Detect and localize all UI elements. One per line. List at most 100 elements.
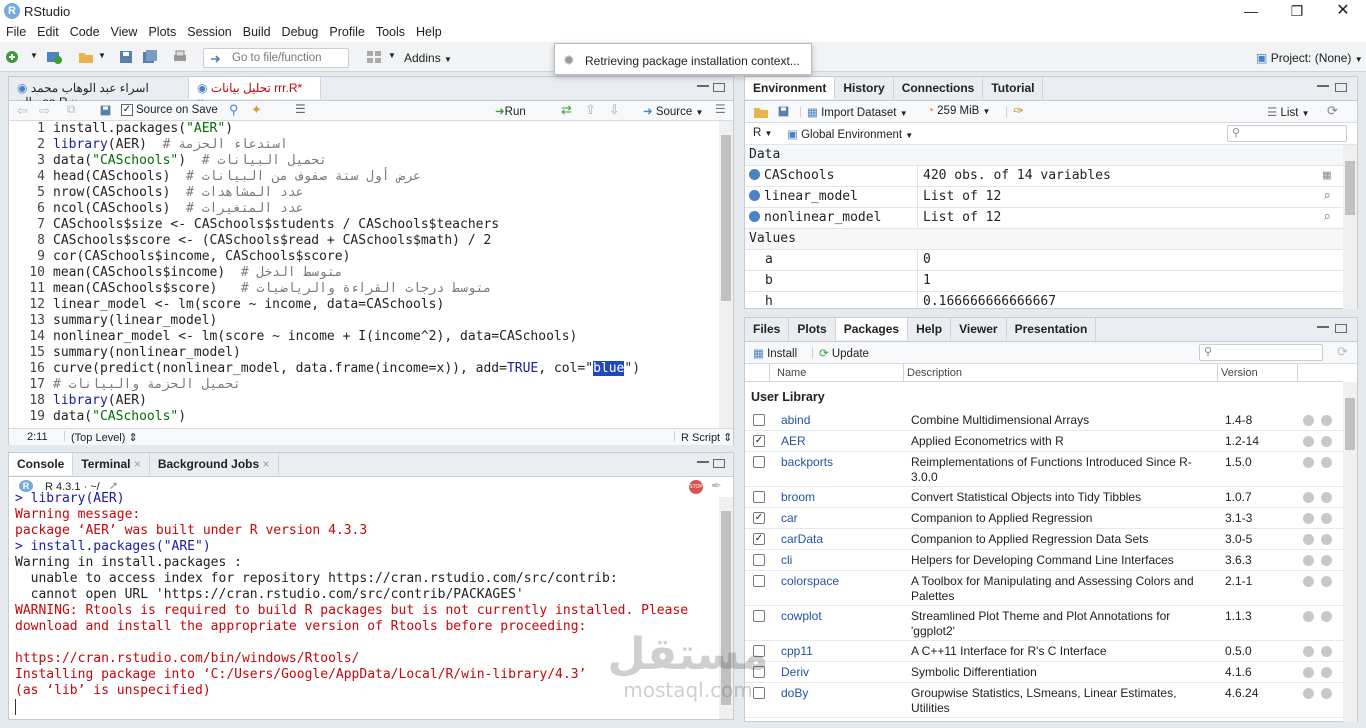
tab-console[interactable]: Console: [9, 453, 74, 475]
remove-package-icon[interactable]: [1321, 555, 1332, 566]
new-file-icon[interactable]: [6, 49, 22, 65]
package-name-link[interactable]: broom: [781, 490, 815, 504]
remove-package-icon[interactable]: [1321, 436, 1332, 447]
column-description[interactable]: Description: [907, 367, 962, 379]
back-arrow-icon[interactable]: ⇦: [17, 103, 28, 119]
expand-icon[interactable]: [749, 169, 760, 180]
tab-editor-file2[interactable]: ◉ تحليل بيانات rrr.R* ×: [189, 77, 321, 109]
tab-plots[interactable]: Plots: [789, 318, 836, 340]
package-name-link[interactable]: abind: [781, 413, 810, 427]
rerun-icon[interactable]: ⇄: [561, 102, 572, 118]
remove-package-icon[interactable]: [1321, 492, 1332, 503]
install-button[interactable]: ▦ Install: [753, 346, 797, 360]
expand-icon[interactable]: [749, 190, 760, 201]
remove-package-icon[interactable]: [1321, 667, 1332, 678]
tab-packages[interactable]: Packages: [835, 318, 909, 340]
minimize-icon[interactable]: —: [1228, 0, 1274, 22]
minimize-pane-icon[interactable]: [1317, 84, 1329, 87]
maximize-pane-icon[interactable]: [1335, 324, 1347, 333]
maximize-pane-icon[interactable]: [713, 459, 725, 468]
tab-background-jobs[interactable]: Background Jobs ×: [150, 453, 279, 475]
goto-file-input[interactable]: Go to file/function: [203, 48, 349, 68]
remove-package-icon[interactable]: [1321, 457, 1332, 468]
outline-icon[interactable]: ☰: [715, 102, 726, 116]
refresh-icon[interactable]: ⟳: [1327, 103, 1338, 119]
close-tab-icon[interactable]: ×: [263, 457, 270, 471]
packages-scrollbar[interactable]: [1343, 382, 1357, 722]
column-version[interactable]: Version: [1221, 367, 1258, 379]
source-button[interactable]: ➜ Source ▼: [643, 104, 703, 118]
search-icon[interactable]: ⌕: [1323, 208, 1331, 228]
import-dataset-button[interactable]: ▦ Import Dataset ▼: [807, 105, 908, 119]
scroll-thumb[interactable]: [721, 135, 731, 301]
website-icon[interactable]: [1303, 555, 1314, 566]
tab-viewer[interactable]: Viewer: [951, 318, 1007, 340]
env-scrollbar[interactable]: [1343, 145, 1357, 309]
package-checkbox[interactable]: [753, 666, 765, 678]
package-checkbox[interactable]: [753, 610, 765, 622]
package-checkbox[interactable]: ✓: [753, 533, 765, 545]
restore-icon[interactable]: ❐: [1274, 0, 1320, 22]
grid-layout-icon[interactable]: [366, 49, 382, 65]
save-icon[interactable]: [118, 49, 134, 65]
remove-package-icon[interactable]: [1321, 415, 1332, 426]
website-icon[interactable]: [1303, 534, 1314, 545]
load-workspace-icon[interactable]: [753, 105, 769, 119]
tab-connections[interactable]: Connections: [894, 77, 984, 99]
remove-package-icon[interactable]: [1321, 513, 1332, 524]
website-icon[interactable]: [1303, 457, 1314, 468]
close-tab-icon[interactable]: ×: [134, 457, 141, 471]
console-scrollbar[interactable]: [719, 497, 733, 719]
save-workspace-icon[interactable]: [777, 105, 790, 118]
forward-arrow-icon[interactable]: ⇨: [39, 103, 50, 119]
maximize-pane-icon[interactable]: [713, 83, 725, 92]
remove-package-icon[interactable]: [1321, 534, 1332, 545]
package-name-link[interactable]: cpp11: [781, 644, 813, 658]
go-down-icon[interactable]: ⇩: [609, 102, 620, 118]
scope-selector[interactable]: (Top Level) ⇕: [71, 431, 138, 444]
search-icon[interactable]: ⚲: [229, 102, 239, 118]
menu-session[interactable]: Session: [181, 22, 236, 39]
env-search-input[interactable]: ⚲: [1227, 125, 1347, 142]
refresh-icon[interactable]: ⟳: [1337, 344, 1348, 360]
package-name-link[interactable]: cowplot: [781, 609, 822, 623]
minimize-pane-icon[interactable]: [697, 84, 709, 87]
package-checkbox[interactable]: ✓: [753, 435, 765, 447]
package-checkbox[interactable]: [753, 456, 765, 468]
tab-tutorial[interactable]: Tutorial: [983, 77, 1044, 99]
save-all-icon[interactable]: [142, 49, 158, 65]
env-row[interactable]: linear_model List of 12 ⌕: [745, 187, 1343, 208]
remove-package-icon[interactable]: [1321, 646, 1332, 657]
magic-wand-icon[interactable]: ✦: [251, 102, 262, 118]
save-icon[interactable]: [99, 104, 112, 117]
menu-code[interactable]: Code: [64, 22, 105, 39]
scroll-thumb[interactable]: [721, 511, 731, 705]
remove-package-icon[interactable]: [1321, 611, 1332, 622]
compile-report-icon[interactable]: ☰: [295, 102, 306, 116]
editor-scrollbar[interactable]: [719, 121, 733, 429]
env-row[interactable]: nonlinear_model List of 12 ⌕: [745, 208, 1343, 229]
print-icon[interactable]: [172, 49, 188, 65]
file-type-selector[interactable]: R Script ⇕: [681, 431, 732, 444]
package-checkbox[interactable]: [753, 687, 765, 699]
env-row[interactable]: h 0.166666666666667: [745, 292, 1343, 309]
menu-view[interactable]: View: [105, 22, 143, 39]
search-icon[interactable]: ⌕: [1323, 187, 1331, 207]
tab-history[interactable]: History: [835, 77, 894, 99]
tab-help[interactable]: Help: [908, 318, 952, 340]
open-folder-icon[interactable]: [78, 49, 94, 65]
new-project-icon[interactable]: [46, 49, 62, 65]
package-search-input[interactable]: ⚲: [1199, 344, 1323, 361]
code-editor[interactable]: 1 install.packages("AER") 2 library(AER) # …: [9, 121, 719, 429]
tab-presentation[interactable]: Presentation: [1007, 318, 1097, 340]
menu-debug[interactable]: Debug: [276, 22, 324, 39]
website-icon[interactable]: [1303, 646, 1314, 657]
run-button[interactable]: ➜Run: [495, 104, 526, 118]
package-name-link[interactable]: backports: [781, 455, 833, 469]
website-icon[interactable]: [1303, 513, 1314, 524]
package-name-link[interactable]: carData: [781, 532, 823, 546]
column-name[interactable]: Name: [777, 367, 806, 379]
tab-files[interactable]: Files: [745, 318, 790, 340]
minimize-pane-icon[interactable]: [1317, 325, 1329, 328]
env-row[interactable]: CASchools 420 obs. of 14 variables ▦: [745, 166, 1343, 187]
